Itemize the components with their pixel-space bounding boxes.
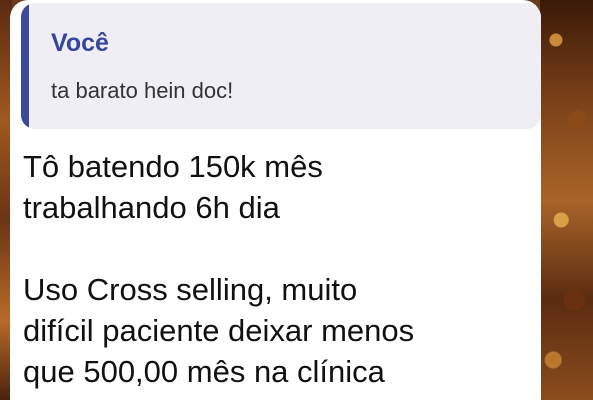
reply-quote[interactable]: Você ta barato hein doc! [21,3,541,129]
background-right [540,0,593,400]
quote-accent-bar [21,3,29,129]
message-line: difícil paciente deixar menos [23,313,415,348]
message-line: trabalhando 6h dia [23,190,280,225]
message-text: Tô batendo 150k mês trabalhando 6h dia U… [23,146,533,392]
quote-author: Você [51,29,109,57]
message-line: Tô batendo 150k mês [23,149,323,184]
message-line: Uso Cross selling, muito [23,272,358,307]
quote-text: ta barato hein doc! [51,78,234,103]
message-bubble[interactable]: Você ta barato hein doc! Tô batendo 150k… [10,0,541,400]
message-line: que 500,00 mês na clínica [23,354,385,389]
